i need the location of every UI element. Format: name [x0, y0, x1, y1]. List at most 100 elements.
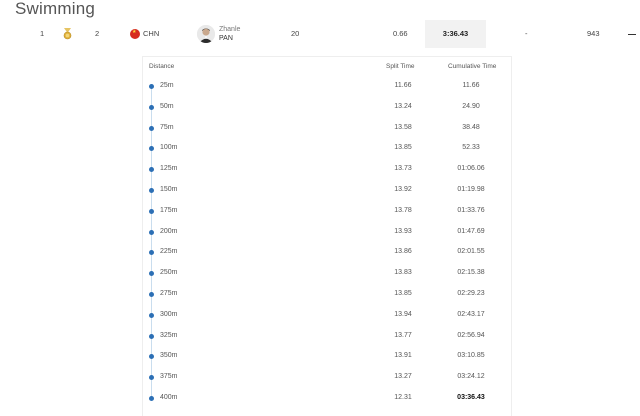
lane: 2	[95, 29, 100, 38]
splits-panel: Distance Split Time Cumulative Time 25m 1…	[142, 56, 512, 416]
timeline-dot-icon	[149, 84, 154, 89]
split-distance: 375m	[160, 373, 178, 381]
collapse-toggle[interactable]	[628, 34, 636, 35]
header-cumulative-time: Cumulative Time	[448, 63, 497, 70]
split-time: 13.58	[394, 123, 412, 131]
timeline-dot-icon	[149, 375, 154, 381]
points: 943	[587, 29, 600, 38]
cumulative-time: 01:19.98	[457, 186, 485, 193]
timeline-dot-icon	[149, 188, 154, 193]
split-distance: 100m	[160, 144, 178, 152]
timeline-dot-icon	[149, 208, 154, 214]
split-row: 200m 13.93 01:47.69	[143, 222, 511, 243]
noc-code: CHN	[143, 29, 160, 38]
cumulative-time: 02:29.23	[457, 290, 485, 297]
split-row: 375m 13.27 03:24.12	[143, 367, 511, 388]
cumulative-time: 03:24.12	[457, 373, 485, 381]
timeline-dot-icon	[149, 167, 154, 173]
split-time: 13.24	[394, 102, 412, 110]
split-time: 13.91	[394, 352, 412, 360]
result-row[interactable]: 1 2 ★ CHN Zhanle PAN 20 0.66 3:36.43 - 9…	[0, 20, 640, 48]
split-time: 13.77	[394, 331, 412, 339]
gold-medal-icon	[63, 28, 72, 40]
cumulative-time: 02:43.17	[457, 310, 485, 318]
split-distance: 125m	[160, 165, 178, 173]
split-time: 13.78	[394, 206, 412, 214]
time-behind: -	[525, 29, 528, 38]
split-time: 13.94	[394, 310, 412, 318]
split-time: 13.93	[394, 227, 412, 235]
timeline-dot-icon	[149, 354, 154, 360]
cumulative-time: 02:01.55	[457, 248, 485, 256]
cumulative-time: 38.48	[462, 123, 480, 131]
split-row: 275m 13.85 02:29.23	[143, 284, 511, 305]
split-time: 13.86	[394, 248, 412, 256]
split-row: 25m 11.66 11.66	[143, 76, 511, 97]
timeline-dot-icon	[149, 104, 154, 110]
split-row: 75m 13.58 38.48	[143, 118, 511, 139]
header-distance: Distance	[149, 63, 175, 70]
split-time: 12.31	[394, 394, 412, 401]
split-time: 13.73	[394, 165, 412, 173]
avatar	[197, 25, 215, 43]
split-row: 325m 13.77 02:56.94	[143, 326, 511, 347]
cumulative-time: 03:36.43	[457, 394, 485, 401]
timeline-dot-icon	[149, 250, 154, 256]
split-row: 350m 13.91 03:10.85	[143, 346, 511, 367]
split-time: 13.85	[394, 144, 412, 152]
split-distance: 350m	[160, 352, 178, 360]
cumulative-time: 01:33.76	[457, 206, 485, 214]
split-distance: 250m	[160, 269, 178, 277]
athlete-name[interactable]: Zhanle PAN	[219, 25, 240, 43]
split-distance: 150m	[160, 186, 178, 193]
china-flag-icon: ★	[130, 29, 140, 39]
split-time: 13.92	[394, 186, 412, 193]
cumulative-time: 11.66	[462, 82, 480, 89]
split-distance: 325m	[160, 331, 178, 339]
athlete-first-name: Zhanle	[219, 26, 241, 33]
split-distance: 75m	[160, 123, 174, 131]
final-time: 3:36.43	[425, 20, 486, 48]
rank: 1	[40, 29, 45, 38]
split-distance: 200m	[160, 227, 178, 235]
cumulative-time: 02:15.38	[457, 269, 485, 277]
timeline-dot-icon	[149, 271, 154, 277]
split-distance: 225m	[160, 248, 178, 256]
split-distance: 25m	[160, 82, 174, 89]
split-row: 150m 13.92 01:19.98	[143, 180, 511, 201]
split-row: 300m 13.94 02:43.17	[143, 305, 511, 326]
splits-header: Distance Split Time Cumulative Time	[143, 57, 511, 77]
athlete-last-name: PAN	[219, 35, 233, 42]
split-time: 13.85	[394, 290, 412, 297]
split-row: 125m 13.73 01:06.06	[143, 159, 511, 180]
timeline-dot-icon	[149, 125, 154, 131]
header-split-time: Split Time	[386, 63, 415, 70]
cumulative-time: 01:06.06	[457, 165, 485, 173]
split-time: 13.83	[394, 269, 412, 277]
cumulative-time: 03:10.85	[457, 352, 485, 360]
timeline-dot-icon	[149, 333, 154, 339]
timeline-dot-icon	[149, 229, 154, 235]
cumulative-time: 52.33	[462, 144, 480, 152]
split-row: 225m 13.86 02:01.55	[143, 242, 511, 263]
timeline-dot-icon	[149, 292, 154, 297]
split-row: 175m 13.78 01:33.76	[143, 201, 511, 222]
reaction-time: 0.66	[393, 29, 408, 38]
split-row: 400m 12.31 03:36.43	[143, 388, 511, 409]
age: 20	[291, 29, 300, 38]
cumulative-time: 02:56.94	[457, 331, 485, 339]
timeline-dot-icon	[149, 146, 154, 152]
split-distance: 175m	[160, 206, 178, 214]
timeline-dot-icon	[149, 312, 154, 318]
split-distance: 300m	[160, 310, 178, 318]
timeline-dot-icon	[149, 396, 154, 401]
split-row: 100m 13.85 52.33	[143, 138, 511, 159]
split-row: 50m 13.24 24.90	[143, 97, 511, 118]
split-distance: 275m	[160, 290, 178, 297]
split-time: 13.27	[394, 373, 412, 381]
split-distance: 400m	[160, 394, 178, 401]
split-distance: 50m	[160, 102, 174, 110]
split-row: 250m 13.83 02:15.38	[143, 263, 511, 284]
cumulative-time: 01:47.69	[457, 227, 485, 235]
page-title: Swimming	[15, 0, 96, 18]
